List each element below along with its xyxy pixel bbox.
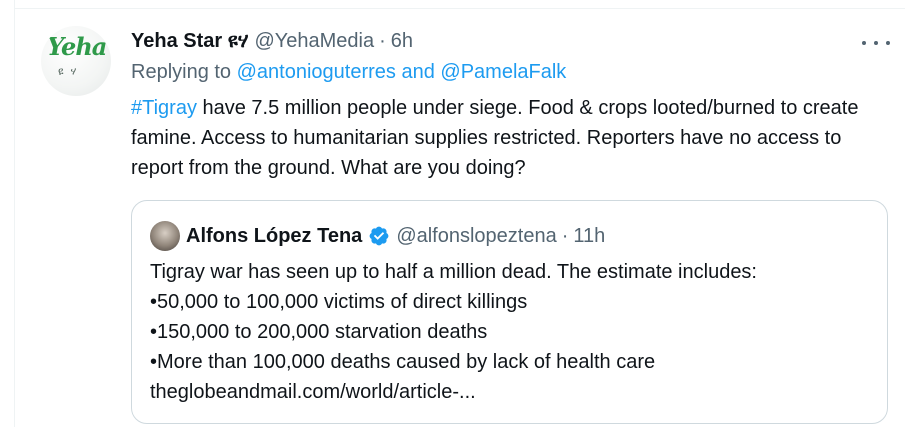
avatar-logo-subtext: ዩ ሃ [58, 66, 79, 78]
quoted-tweet-time: 11h [573, 224, 606, 247]
quoted-author-handle: @alfonslopeztena [396, 224, 557, 247]
tweet-time[interactable]: 6h [391, 30, 413, 53]
more-dot [874, 41, 878, 45]
quoted-tweet-header: Alfons López Tena @alfonslopeztena · 11h [186, 222, 605, 250]
avatar-logo-text: Yeha [47, 32, 107, 61]
quoted-text-line: Tigray war has seen up to half a million… [150, 261, 757, 283]
tweet-header: Yeha Star ዩሃ @YehaMedia · 6h [131, 29, 413, 53]
quoted-author-name: Alfons López Tena [186, 224, 363, 247]
tweet-body: have 7.5 million people under siege. Foo… [131, 97, 859, 179]
replying-to: Replying to @antonioguterres and @Pamela… [131, 61, 566, 84]
quoted-text-link: theglobeandmail.com/world/article-... [150, 381, 476, 403]
more-horizontal-icon[interactable] [862, 36, 890, 50]
author-avatar[interactable]: Yeha ዩ ሃ [41, 26, 111, 96]
author-handle[interactable]: @YehaMedia [254, 30, 374, 53]
replying-to-users-link[interactable]: @antonioguterres and @PamelaFalk [237, 61, 567, 83]
header-separator: · [379, 29, 386, 52]
tweet[interactable]: Yeha ዩ ሃ Yeha Star ዩሃ @YehaMedia · 6h Re… [0, 0, 905, 427]
quoted-text-line: •50,000 to 100,000 victims of direct kil… [150, 291, 528, 313]
quoted-text-line: •150,000 to 200,000 starvation deaths [150, 321, 488, 343]
more-dot [862, 41, 866, 45]
quoted-tweet[interactable]: Alfons López Tena @alfonslopeztena · 11h… [131, 200, 888, 424]
tweet-text: #Tigray have 7.5 million people under si… [131, 93, 891, 183]
quoted-header-separator: · [561, 224, 569, 247]
replying-to-prefix: Replying to [131, 61, 232, 83]
verified-badge-icon [369, 226, 389, 246]
quoted-text-line: •More than 100,000 deaths caused by lack… [150, 351, 656, 373]
quoted-tweet-text: Tigray war has seen up to half a million… [150, 257, 870, 407]
hashtag-link[interactable]: #Tigray [131, 97, 197, 119]
more-dot [886, 41, 890, 45]
author-name[interactable]: Yeha Star ዩሃ [131, 30, 248, 53]
quoted-author-avatar[interactable] [150, 221, 180, 251]
